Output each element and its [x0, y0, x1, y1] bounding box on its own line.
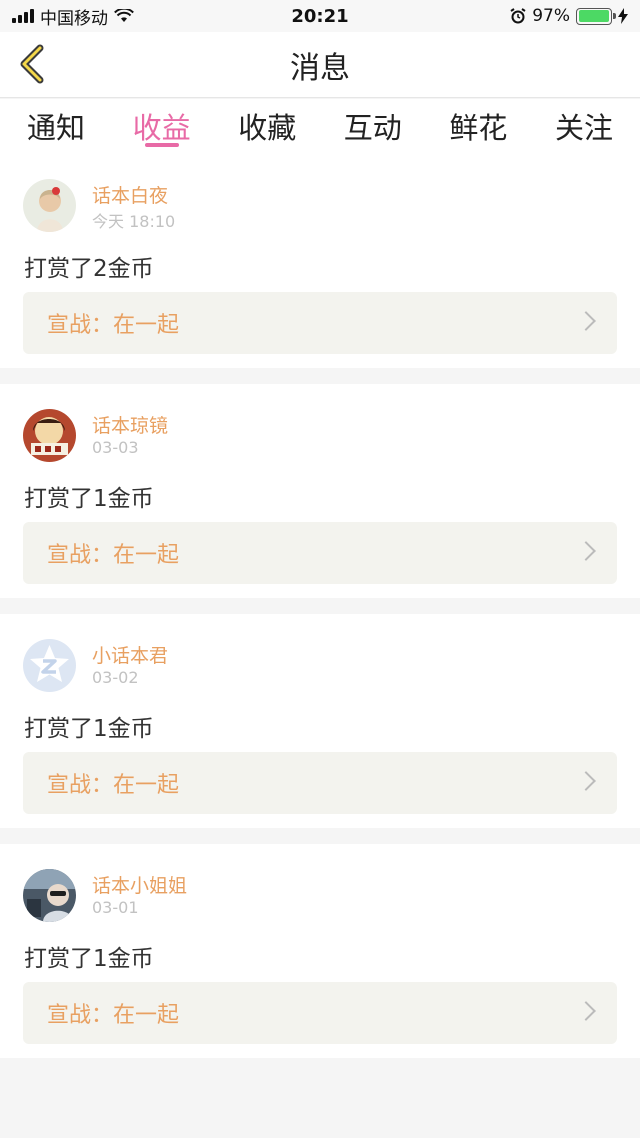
username[interactable]: 话本小姐姐 — [92, 871, 187, 898]
tab-bar: 通知 收益 收藏 互动 鲜花 关注 — [0, 99, 640, 154]
timestamp: 03-03 — [92, 438, 139, 457]
tab-flowers[interactable]: 鲜花 — [449, 99, 507, 154]
tab-notification[interactable]: 通知 — [27, 99, 85, 154]
challenge-label: 宣战：在一起 — [47, 773, 180, 798]
carrier-label: 中国移动 — [40, 8, 108, 29]
message-card: 话本小姐姐 03-01 打赏了1金币 宣战：在一起 — [0, 844, 640, 1058]
chevron-right-icon — [576, 771, 596, 791]
battery-percent: 97% — [532, 6, 570, 26]
page-title: 消息 — [290, 50, 350, 86]
battery-icon — [576, 7, 616, 25]
timestamp: 今天 18:10 — [92, 212, 176, 231]
avatar[interactable] — [23, 179, 76, 232]
alarm-icon — [510, 8, 526, 24]
timestamp: 03-02 — [92, 668, 139, 687]
challenge-label: 宣战：在一起 — [47, 1003, 180, 1028]
message-list: 话本白夜 今天 18:10 打赏了2金币 宣战：在一起 话本琼镜 03-03 打… — [0, 154, 640, 1074]
challenge-label: 宣战：在一起 — [47, 313, 180, 338]
username[interactable]: 小话本君 — [92, 641, 168, 668]
challenge-link[interactable]: 宣战：在一起 — [23, 752, 617, 814]
avatar[interactable] — [23, 869, 76, 922]
message-content: 打赏了1金币 — [24, 486, 154, 512]
message-content: 打赏了1金币 — [24, 946, 154, 972]
chevron-right-icon — [576, 1001, 596, 1021]
chevron-right-icon — [576, 541, 596, 561]
tab-earnings[interactable]: 收益 — [133, 99, 191, 154]
timestamp: 03-01 — [92, 898, 139, 917]
message-content: 打赏了1金币 — [24, 716, 154, 742]
message-card: 小话本君 03-02 打赏了1金币 宣战：在一起 — [0, 614, 640, 828]
chevron-right-icon — [576, 311, 596, 331]
status-bar: 中国移动 20:21 97% — [0, 0, 640, 32]
challenge-label: 宣战：在一起 — [47, 543, 180, 568]
message-card: 话本白夜 今天 18:10 打赏了2金币 宣战：在一起 — [0, 154, 640, 368]
challenge-link[interactable]: 宣战：在一起 — [23, 982, 617, 1044]
tab-favorites[interactable]: 收藏 — [238, 99, 296, 154]
username[interactable]: 话本琼镜 — [92, 411, 168, 438]
nav-bar: 消息 — [0, 32, 640, 98]
wifi-icon — [114, 9, 134, 22]
challenge-link[interactable]: 宣战：在一起 — [23, 522, 617, 584]
charging-icon — [618, 8, 628, 24]
clock: 20:21 — [291, 5, 349, 27]
signal-icon — [12, 9, 34, 23]
username[interactable]: 话本白夜 — [92, 181, 168, 208]
back-button[interactable] — [12, 44, 52, 84]
message-content: 打赏了2金币 — [24, 256, 154, 282]
avatar[interactable] — [23, 409, 76, 462]
avatar[interactable] — [23, 639, 76, 692]
chevron-left-icon — [20, 44, 44, 84]
challenge-link[interactable]: 宣战：在一起 — [23, 292, 617, 354]
tab-following[interactable]: 关注 — [555, 99, 613, 154]
tab-interaction[interactable]: 互动 — [344, 99, 402, 154]
message-card: 话本琼镜 03-03 打赏了1金币 宣战：在一起 — [0, 384, 640, 598]
